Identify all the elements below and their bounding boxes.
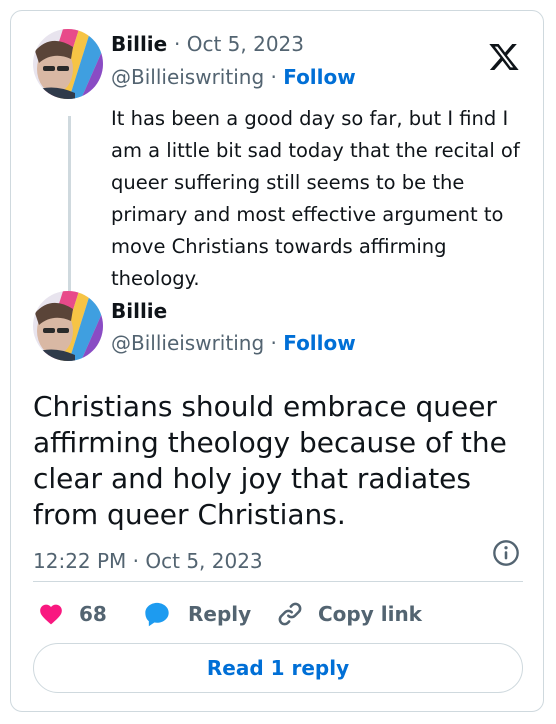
heart-icon [40,604,62,625]
avatar[interactable] [33,291,103,361]
reply-label: Reply [188,602,252,626]
follow-link[interactable]: Follow [283,331,356,355]
link-icon [278,602,302,626]
avatar-photo [33,29,103,99]
divider [33,581,523,582]
copy-link-label: Copy link [318,602,422,626]
author-name[interactable]: Billie [111,299,167,323]
follow-link[interactable]: Follow [283,65,356,89]
like-count: 68 [79,602,107,626]
read-replies-button[interactable]: Read 1 reply [33,643,523,693]
separator: · [270,65,277,89]
reply-button[interactable]: Reply [142,599,251,629]
speech-bubble-icon [145,602,169,627]
copy-link-button[interactable]: Copy link [276,599,422,629]
avatar-photo [33,291,103,361]
author-handle[interactable]: @Billieiswriting [111,331,264,355]
tweet-date-header[interactable]: · Oct 5, 2023 [174,32,304,56]
thread-connector-line [68,116,71,291]
handle-row: @Billieiswriting · Follow [111,331,356,355]
separator: · [174,32,181,56]
tweet-timestamp[interactable]: 12:22 PM · Oct 5, 2023 [33,549,263,573]
info-icon[interactable] [492,539,520,567]
like-button[interactable]: 68 [37,599,107,629]
read-replies-label: Read 1 reply [206,656,350,680]
author-handle[interactable]: @Billieiswriting [111,65,264,89]
x-logo-icon[interactable] [487,41,521,73]
reply-tweet-text: It has been a good day so far, but I fin… [111,107,520,290]
main-tweet-text: Christians should embrace queer affirmin… [33,390,507,531]
separator: · [270,331,277,355]
avatar[interactable] [33,29,103,99]
tweet-date[interactable]: Oct 5, 2023 [187,32,304,56]
tweet-embed-card: Billie · Oct 5, 2023 @Billieiswriting · … [10,10,544,712]
author-name[interactable]: Billie [111,32,167,56]
handle-row: @Billieiswriting · Follow [111,65,356,89]
